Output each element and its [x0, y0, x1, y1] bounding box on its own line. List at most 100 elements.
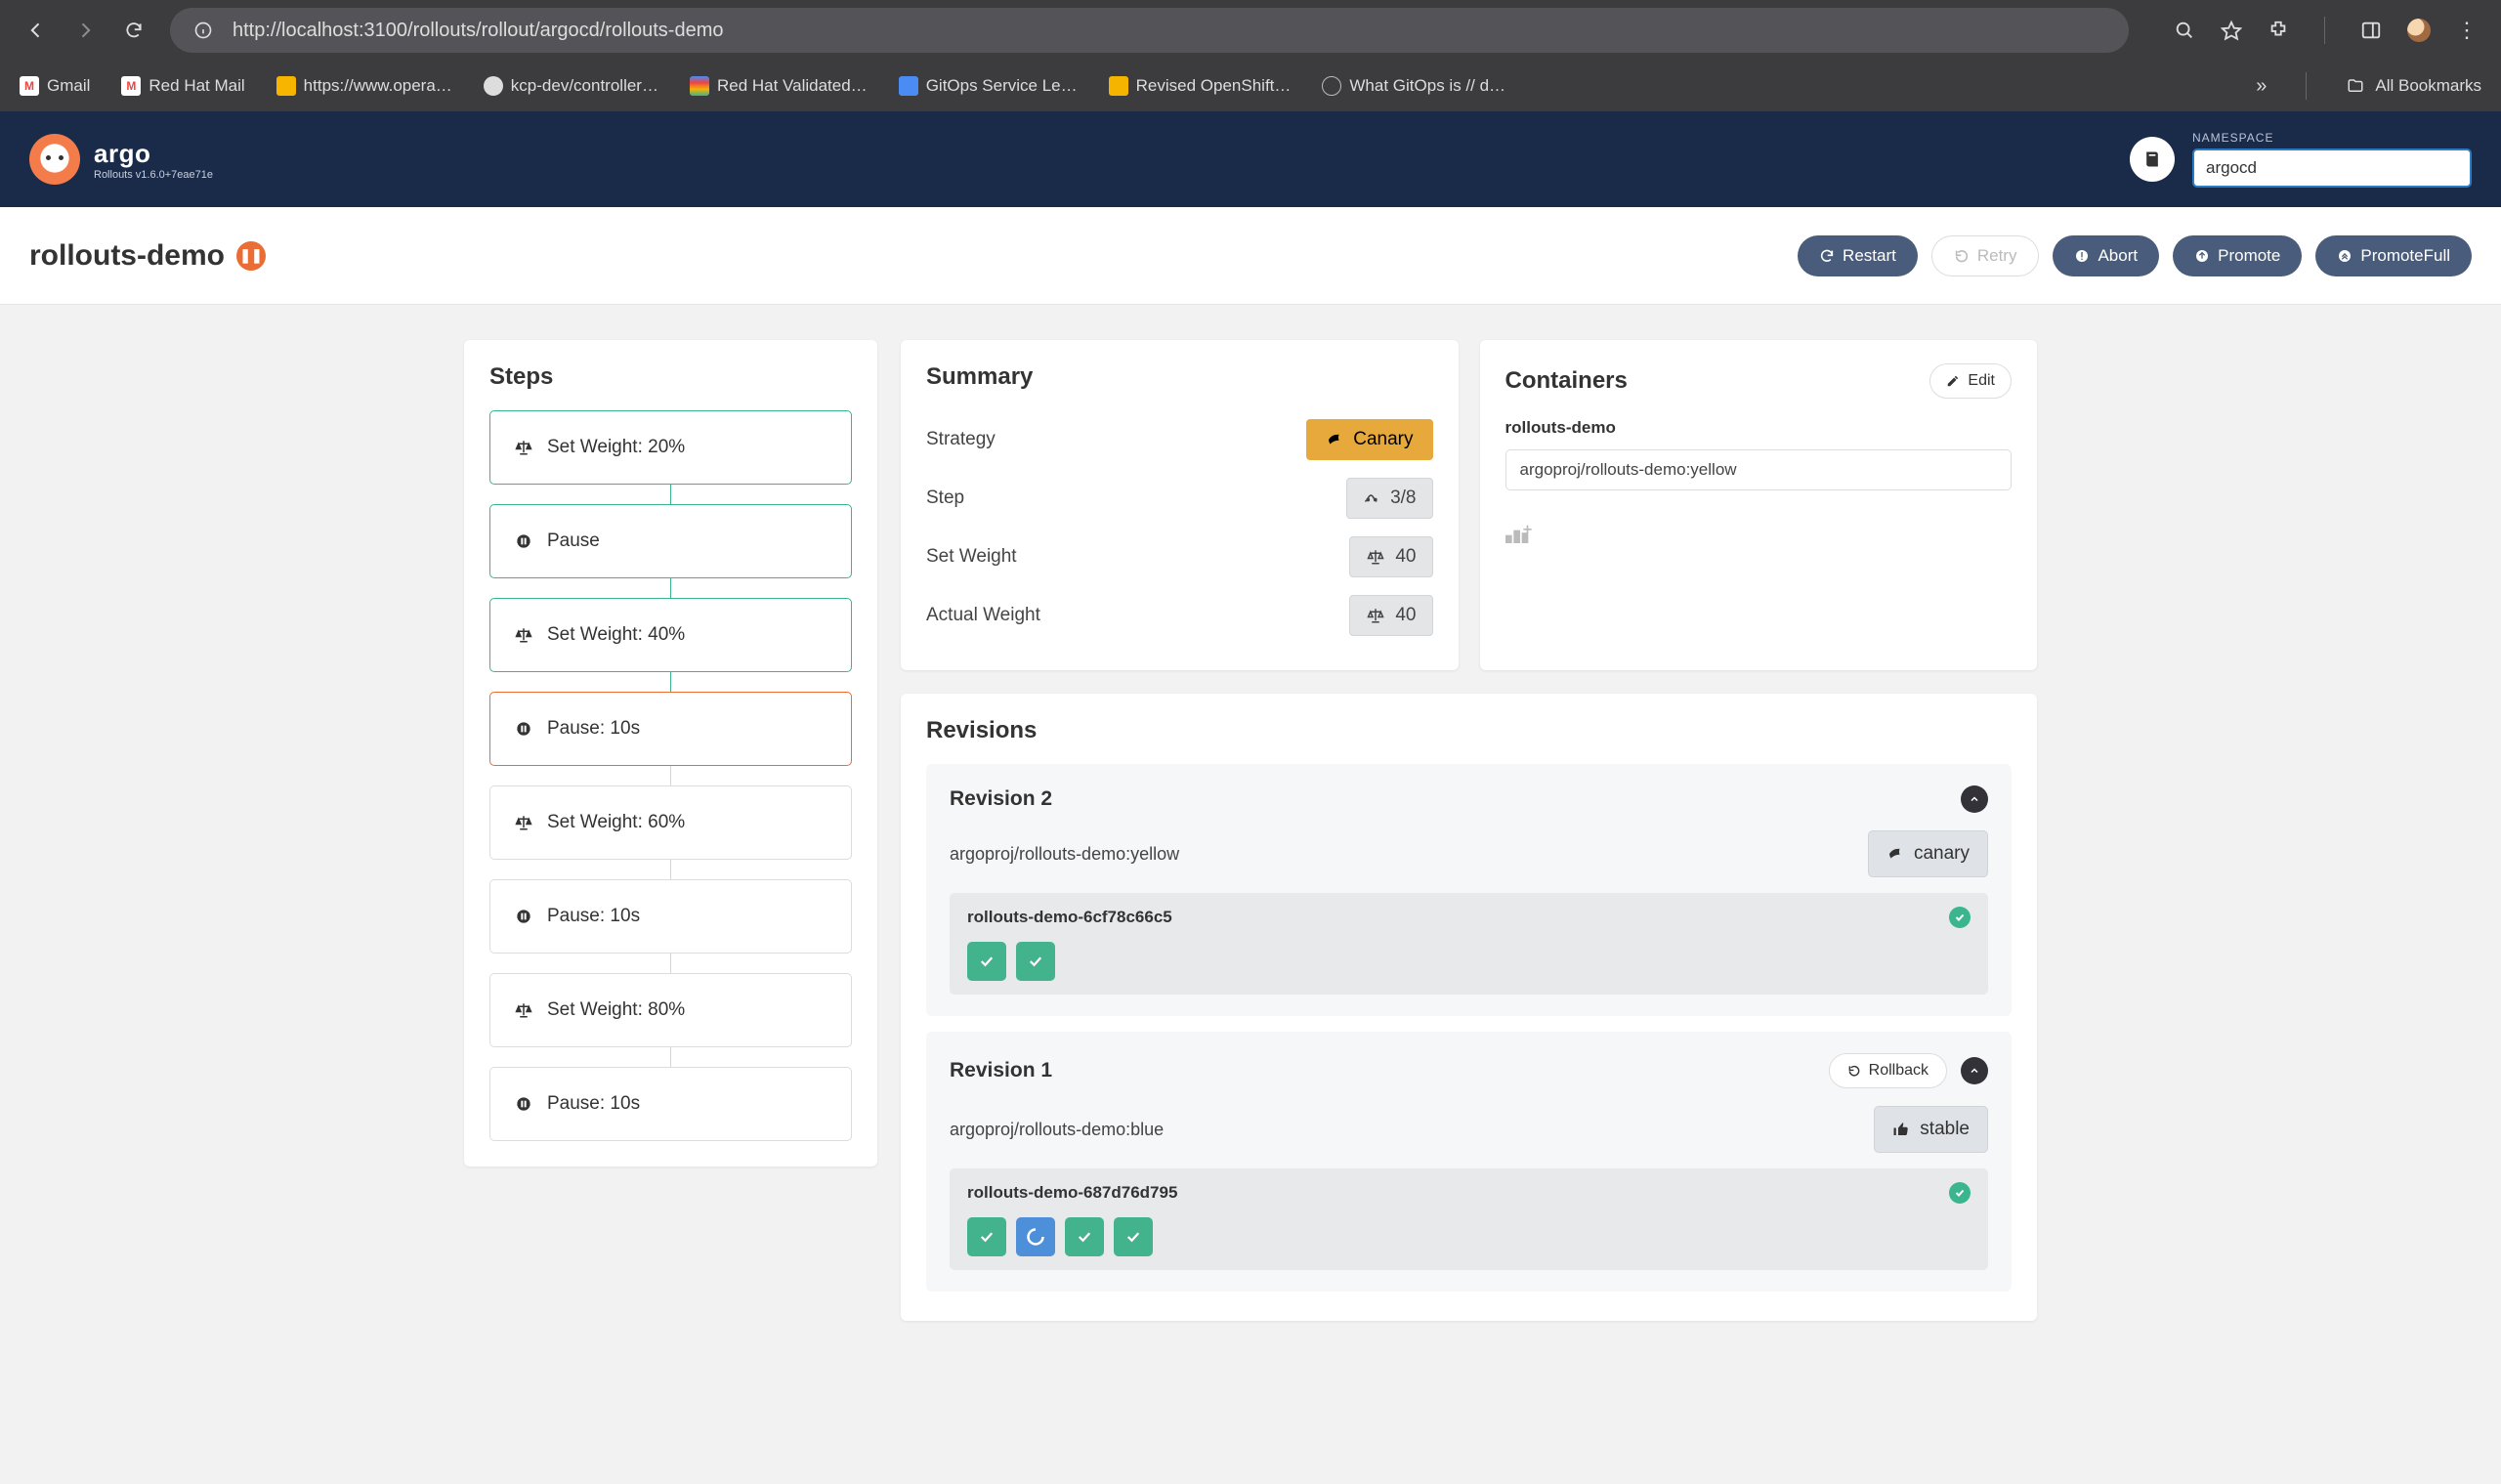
step-connector [670, 578, 671, 598]
pause-icon [514, 1094, 533, 1114]
bookmark-rh-validated[interactable]: Red Hat Validated… [690, 76, 868, 96]
revision-block: Revision 1 Rollback argoproj/rollouts-demo… [926, 1032, 2012, 1292]
replicaset-name: rollouts-demo-687d76d795 [967, 1183, 1177, 1203]
replicaset-block: rollouts-demo-6cf78c66c5 [950, 893, 1988, 995]
pod-healthy[interactable] [1016, 942, 1055, 981]
summary-actual-weight-label: Actual Weight [926, 605, 1040, 626]
namespace-label: NAMESPACE [2192, 131, 2472, 145]
status-paused-icon: ❚❚ [236, 241, 266, 271]
summary-set-weight-label: Set Weight [926, 546, 1017, 568]
step-connector [670, 485, 671, 504]
container-name: rollouts-demo [1505, 418, 2013, 438]
strategy-badge: Canary [1306, 419, 1432, 460]
all-bookmarks-button[interactable]: All Bookmarks [2346, 76, 2481, 96]
step-item[interactable]: Set Weight: 40% [489, 598, 852, 672]
revision-title: Revision 1 [950, 1059, 1052, 1082]
search-icon[interactable] [2174, 20, 2195, 41]
promote-full-button[interactable]: PromoteFull [2315, 235, 2472, 276]
revisions-card: Revisions Revision 2 argoproj/rollouts-de… [901, 694, 2037, 1321]
bookmark-redhat-mail[interactable]: MRed Hat Mail [121, 76, 244, 96]
bookmark-gmail[interactable]: MGmail [20, 76, 90, 96]
profile-avatar[interactable] [2407, 19, 2431, 42]
step-connector [670, 954, 671, 973]
address-bar[interactable]: http://localhost:3100/rollouts/rollout/a… [170, 8, 2129, 53]
revisions-heading: Revisions [926, 717, 2012, 744]
weight-icon [514, 813, 533, 832]
restart-button[interactable]: Restart [1798, 235, 1918, 276]
containers-card: Containers Edit rollouts-demo argoproj/r… [1480, 340, 2038, 670]
panel-icon[interactable] [2360, 20, 2382, 41]
bookmarks-bar: MGmail MRed Hat Mail https://www.opera… … [0, 61, 2501, 111]
bookmark-openshift[interactable]: Revised OpenShift… [1109, 76, 1292, 96]
healthy-icon [1949, 907, 1971, 928]
add-container-icon[interactable] [1505, 522, 2013, 545]
step-connector [670, 1047, 671, 1067]
extensions-icon[interactable] [2268, 20, 2289, 41]
bookmark-kcp[interactable]: kcp-dev/controller… [484, 76, 658, 96]
steps-heading: Steps [489, 363, 852, 391]
back-button[interactable] [23, 18, 49, 43]
summary-actual-weight-value: 40 [1349, 595, 1432, 636]
step-item[interactable]: Set Weight: 60% [489, 785, 852, 860]
pod-progressing[interactable] [1016, 1217, 1055, 1256]
forward-button[interactable] [72, 18, 98, 43]
revision-image: argoproj/rollouts-demo:blue [950, 1120, 1164, 1140]
step-label: Set Weight: 80% [547, 999, 685, 1021]
step-connector [670, 672, 671, 692]
step-item[interactable]: Pause [489, 504, 852, 578]
pod-healthy[interactable] [967, 942, 1006, 981]
abort-button[interactable]: Abort [2053, 235, 2159, 276]
summary-set-weight-value: 40 [1349, 536, 1432, 577]
promote-button[interactable]: Promote [2173, 235, 2302, 276]
step-connector [670, 766, 671, 785]
step-item[interactable]: Set Weight: 20% [489, 410, 852, 485]
step-label: Set Weight: 40% [547, 624, 685, 646]
replicaset-name: rollouts-demo-6cf78c66c5 [967, 908, 1172, 927]
star-icon[interactable] [2221, 20, 2242, 41]
revision-block: Revision 2argoproj/rollouts-demo:yellowc… [926, 764, 2012, 1016]
pause-icon [514, 719, 533, 739]
docs-icon[interactable] [2130, 137, 2175, 182]
bookmark-opera[interactable]: https://www.opera… [276, 76, 452, 96]
step-item[interactable]: Pause: 10s [489, 879, 852, 954]
kebab-icon[interactable]: ⋮ [2456, 20, 2478, 41]
namespace-input[interactable] [2192, 148, 2472, 188]
rollback-button[interactable]: Rollback [1829, 1053, 1947, 1088]
step-label: Pause: 10s [547, 906, 640, 927]
steps-card: Steps Set Weight: 20% Pause Set Weight: 40… [464, 340, 877, 1166]
step-connector [670, 860, 671, 879]
summary-card: Summary Strategy Canary Step 3/8 [901, 340, 1459, 670]
page-title-row: rollouts-demo ❚❚ Restart Retry Abort Pro… [0, 207, 2501, 305]
reload-button[interactable] [121, 18, 147, 43]
edit-button[interactable]: Edit [1929, 363, 2012, 399]
revision-image: argoproj/rollouts-demo:yellow [950, 844, 1179, 865]
collapse-icon[interactable] [1961, 1057, 1988, 1084]
argo-mascot-icon [29, 134, 80, 185]
browser-chrome: http://localhost:3100/rollouts/rollout/a… [0, 0, 2501, 111]
pause-icon [514, 907, 533, 926]
revision-tag: stable [1874, 1106, 1988, 1153]
site-info-icon[interactable] [193, 21, 213, 40]
step-item[interactable]: Pause: 10s [489, 692, 852, 766]
bookmark-what-gitops[interactable]: What GitOps is // d… [1322, 76, 1505, 96]
collapse-icon[interactable] [1961, 785, 1988, 813]
bookmarks-overflow-icon[interactable]: » [2256, 75, 2267, 98]
bookmark-gitops-service[interactable]: GitOps Service Le… [899, 76, 1078, 96]
step-item[interactable]: Set Weight: 80% [489, 973, 852, 1047]
revision-title: Revision 2 [950, 787, 1052, 811]
argo-logo[interactable]: argo Rollouts v1.6.0+7eae71e [29, 134, 213, 185]
step-label: Pause: 10s [547, 1093, 640, 1115]
page-title: rollouts-demo [29, 239, 225, 273]
weight-icon [514, 1000, 533, 1020]
healthy-icon [1949, 1182, 1971, 1204]
step-item[interactable]: Pause: 10s [489, 1067, 852, 1141]
container-image-field[interactable]: argoproj/rollouts-demo:yellow [1505, 449, 2013, 490]
pod-healthy[interactable] [1114, 1217, 1153, 1256]
pod-healthy[interactable] [967, 1217, 1006, 1256]
retry-button: Retry [1931, 235, 2040, 276]
summary-step-label: Step [926, 488, 964, 509]
pod-healthy[interactable] [1065, 1217, 1104, 1256]
app-version: Rollouts v1.6.0+7eae71e [94, 169, 213, 181]
containers-heading: Containers [1505, 367, 1628, 395]
separator [2324, 17, 2325, 44]
